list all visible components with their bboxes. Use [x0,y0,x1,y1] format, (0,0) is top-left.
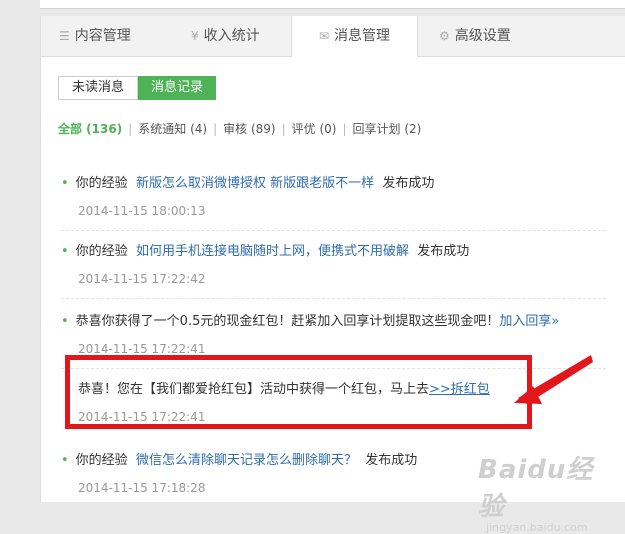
watermark-logo: Baidu经验 [478,455,594,522]
annotation-arrow-icon [514,355,593,404]
baidu-watermark: Baidu经验 jingyan.baidu.com [478,449,618,534]
watermark-url: jingyan.baidu.com [486,521,588,534]
